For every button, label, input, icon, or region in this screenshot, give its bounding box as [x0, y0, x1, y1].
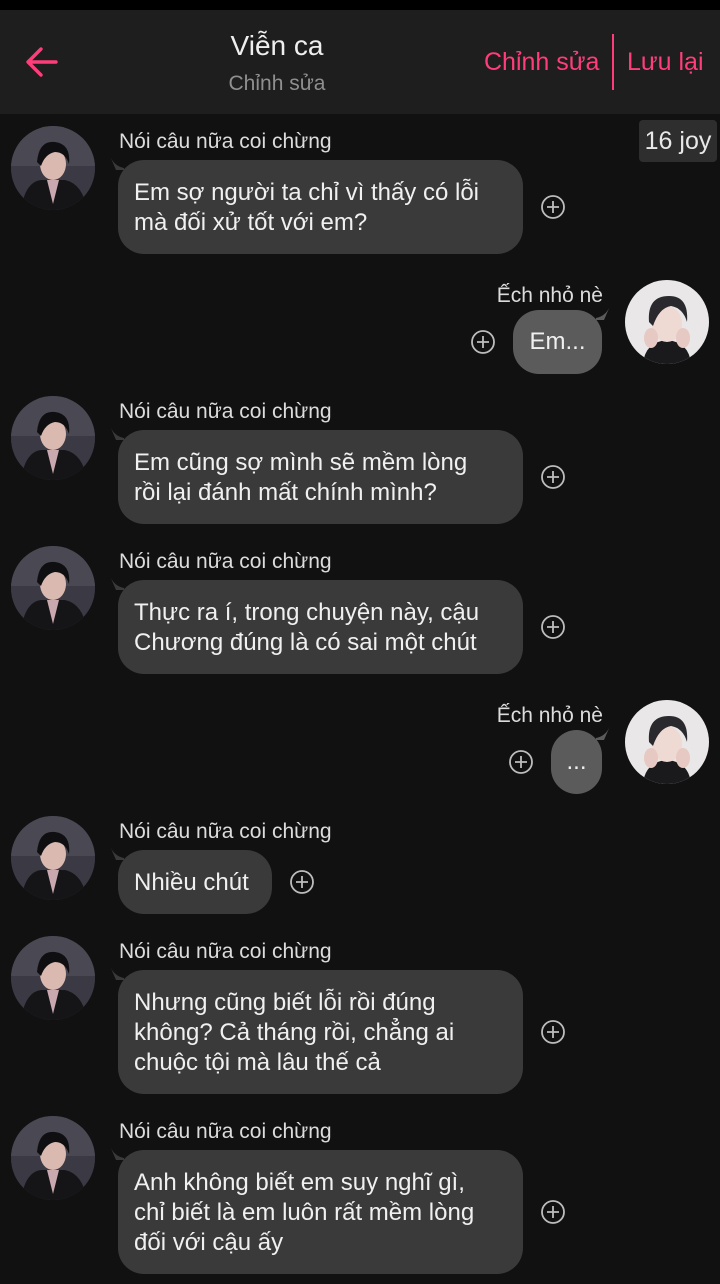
- avatar[interactable]: [625, 700, 709, 784]
- sender-name: Ếch nhỏ nè: [496, 704, 603, 727]
- avatar[interactable]: [11, 546, 95, 630]
- save-button[interactable]: Lưu lại: [627, 48, 704, 77]
- bubble-tail: [596, 726, 610, 740]
- add-reaction-icon[interactable]: [540, 1199, 566, 1225]
- sender-name: Nói câu nữa coi chừng: [119, 400, 332, 423]
- sender-name: Nói câu nữa coi chừng: [119, 130, 332, 153]
- bubble-tail: [110, 846, 124, 860]
- message-bubble[interactable]: Em...: [513, 310, 602, 374]
- bubble-tail: [596, 306, 610, 320]
- app-header: Viễn ca Chỉnh sửa Chỉnh sửa Lưu lại: [0, 10, 720, 114]
- sender-name: Nói câu nữa coi chừng: [119, 1120, 332, 1143]
- chat-subtitle: Chỉnh sửa: [228, 72, 326, 95]
- status-bar: [0, 0, 720, 10]
- avatar[interactable]: [11, 126, 95, 210]
- bubble-tail: [110, 156, 124, 170]
- message-bubble[interactable]: Nhưng cũng biết lỗi rồi đúng không? Cả t…: [118, 970, 523, 1094]
- message-bubble[interactable]: Em sợ người ta chỉ vì thấy có lỗi mà đối…: [118, 160, 523, 254]
- sender-name: Nói câu nữa coi chừng: [119, 550, 332, 573]
- avatar[interactable]: [11, 816, 95, 900]
- avatar[interactable]: [625, 280, 709, 364]
- sender-name: Ếch nhỏ nè: [496, 284, 603, 307]
- message-bubble[interactable]: Anh không biết em suy nghĩ gì, chỉ biết …: [118, 1150, 523, 1274]
- avatar[interactable]: [11, 1116, 95, 1200]
- sender-name: Nói câu nữa coi chừng: [119, 820, 332, 843]
- add-reaction-icon[interactable]: [289, 869, 315, 895]
- sender-name: Nói câu nữa coi chừng: [119, 940, 332, 963]
- message-bubble[interactable]: Thực ra í, trong chuyện này, cậu Chương …: [118, 580, 523, 674]
- add-reaction-icon[interactable]: [540, 464, 566, 490]
- header-divider: [612, 34, 614, 90]
- add-reaction-icon[interactable]: [470, 329, 496, 355]
- joy-badge: 16 joy: [639, 120, 717, 162]
- edit-button[interactable]: Chỉnh sửa: [484, 48, 599, 77]
- message-bubble[interactable]: Nhiều chút: [118, 850, 272, 914]
- add-reaction-icon[interactable]: [540, 194, 566, 220]
- add-reaction-icon[interactable]: [540, 1019, 566, 1045]
- bubble-tail: [110, 1146, 124, 1160]
- add-reaction-icon[interactable]: [508, 749, 534, 775]
- message-bubble[interactable]: ...: [551, 730, 602, 794]
- bubble-tail: [110, 426, 124, 440]
- message-bubble[interactable]: Em cũng sợ mình sẽ mềm lòng rồi lại đánh…: [118, 430, 523, 524]
- add-reaction-icon[interactable]: [540, 614, 566, 640]
- avatar[interactable]: [11, 396, 95, 480]
- chat-title: Viễn ca: [230, 30, 324, 61]
- avatar[interactable]: [11, 936, 95, 1020]
- bubble-tail: [110, 576, 124, 590]
- bubble-tail: [110, 966, 124, 980]
